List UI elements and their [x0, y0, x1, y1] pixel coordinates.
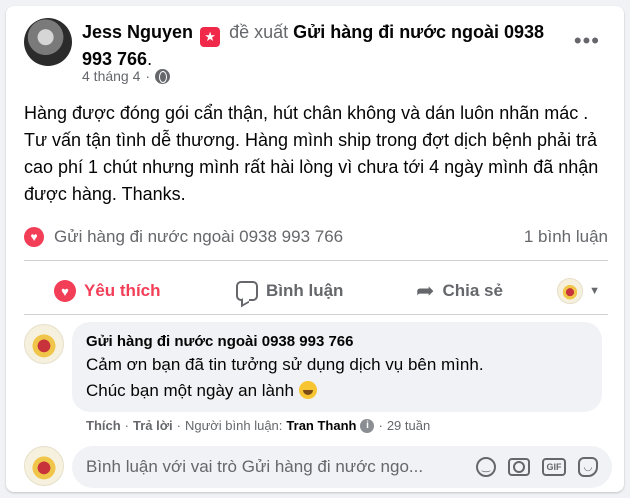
actor-selector[interactable]: ▼	[557, 278, 600, 304]
post-header: Jess Nguyen ★ đề xuất Gửi hàng đi nước n…	[82, 20, 552, 71]
comment-bubble-icon	[236, 281, 258, 301]
meta-sep: ·	[176, 418, 181, 433]
commenter-name[interactable]: Tran Thanh	[286, 418, 356, 433]
page-suffix: .	[147, 49, 153, 69]
post-card: Jess Nguyen ★ đề xuất Gửi hàng đi nước n…	[6, 6, 624, 492]
author-avatar[interactable]	[24, 18, 72, 66]
gif-icon[interactable]: GIF	[542, 458, 566, 476]
share-label: Chia sẻ	[442, 281, 503, 300]
sticker-icon[interactable]: ◡	[578, 457, 598, 477]
comment-like-link[interactable]: Thích	[86, 418, 121, 433]
comment-line-1: Cảm ơn bạn đã tin tưởng sử dụng dịch vụ …	[86, 355, 484, 374]
heart-icon: ♥	[54, 280, 76, 302]
comment-composer: ‿ GIF ◡	[72, 446, 612, 488]
action-bar: ♥ Yêu thích Bình luận ➦ Chia sẻ ▼	[24, 268, 608, 314]
post-meta: 4 tháng 4 ·	[82, 68, 171, 84]
post-text: Hàng được đóng gói cẩn thận, hút chân kh…	[24, 103, 599, 204]
comment-line-2: Chúc bạn một ngày an lành	[86, 381, 294, 400]
recommend-icon: ★	[200, 27, 221, 47]
comment-time[interactable]: 29 tuần	[387, 418, 430, 433]
heart-reaction-icon[interactable]: ♥	[24, 227, 44, 247]
like-button[interactable]: ♥ Yêu thích	[54, 280, 161, 302]
author-name[interactable]: Jess Nguyen	[82, 22, 193, 42]
share-arrow-icon: ➦	[416, 278, 435, 303]
comment-input[interactable]	[86, 457, 456, 477]
divider	[24, 260, 608, 261]
commenter-label: Người bình luận:	[184, 418, 283, 433]
comment-reply-link[interactable]: Trả lời	[133, 418, 173, 433]
composer-avatar[interactable]	[24, 446, 64, 486]
meta-sep: ·	[124, 418, 130, 433]
comment-author[interactable]: Gửi hàng đi nước ngoài 0938 993 766	[86, 332, 588, 352]
composer-tools: ‿ GIF ◡	[476, 457, 598, 477]
more-options-button[interactable]: •••	[574, 28, 600, 54]
meta-separator: ·	[145, 68, 151, 84]
reactions-bar: ♥ Gửi hàng đi nước ngoài 0938 993 766 1 …	[24, 222, 608, 252]
emoji-icon[interactable]: ‿	[476, 457, 496, 477]
comment-meta: Thích · Trả lời · Người bình luận: Tran …	[86, 418, 430, 433]
page-avatar-mini	[557, 278, 584, 304]
caret-down-icon: ▼	[589, 285, 600, 297]
smile-emoji-icon	[298, 381, 317, 399]
like-label: Yêu thích	[84, 281, 161, 300]
globe-icon[interactable]	[155, 68, 171, 84]
comment-line-2-row: Chúc bạn một ngày an lành	[86, 378, 588, 404]
camera-icon[interactable]	[508, 458, 530, 476]
share-button[interactable]: ➦ Chia sẻ	[416, 278, 503, 304]
comment-label: Bình luận	[266, 281, 344, 300]
meta-sep: ·	[378, 418, 383, 433]
info-icon[interactable]: i	[360, 418, 375, 433]
post-date[interactable]: 4 tháng 4	[82, 68, 140, 84]
comment-bubble: Gửi hàng đi nước ngoài 0938 993 766 Cảm …	[72, 322, 602, 412]
comment-button[interactable]: Bình luận	[236, 281, 343, 301]
reaction-names[interactable]: Gửi hàng đi nước ngoài 0938 993 766	[54, 227, 343, 247]
comment-count[interactable]: 1 bình luận	[524, 227, 608, 247]
commenter-avatar[interactable]	[24, 324, 64, 364]
post-verb: đề xuất	[229, 22, 289, 42]
divider	[24, 314, 608, 315]
